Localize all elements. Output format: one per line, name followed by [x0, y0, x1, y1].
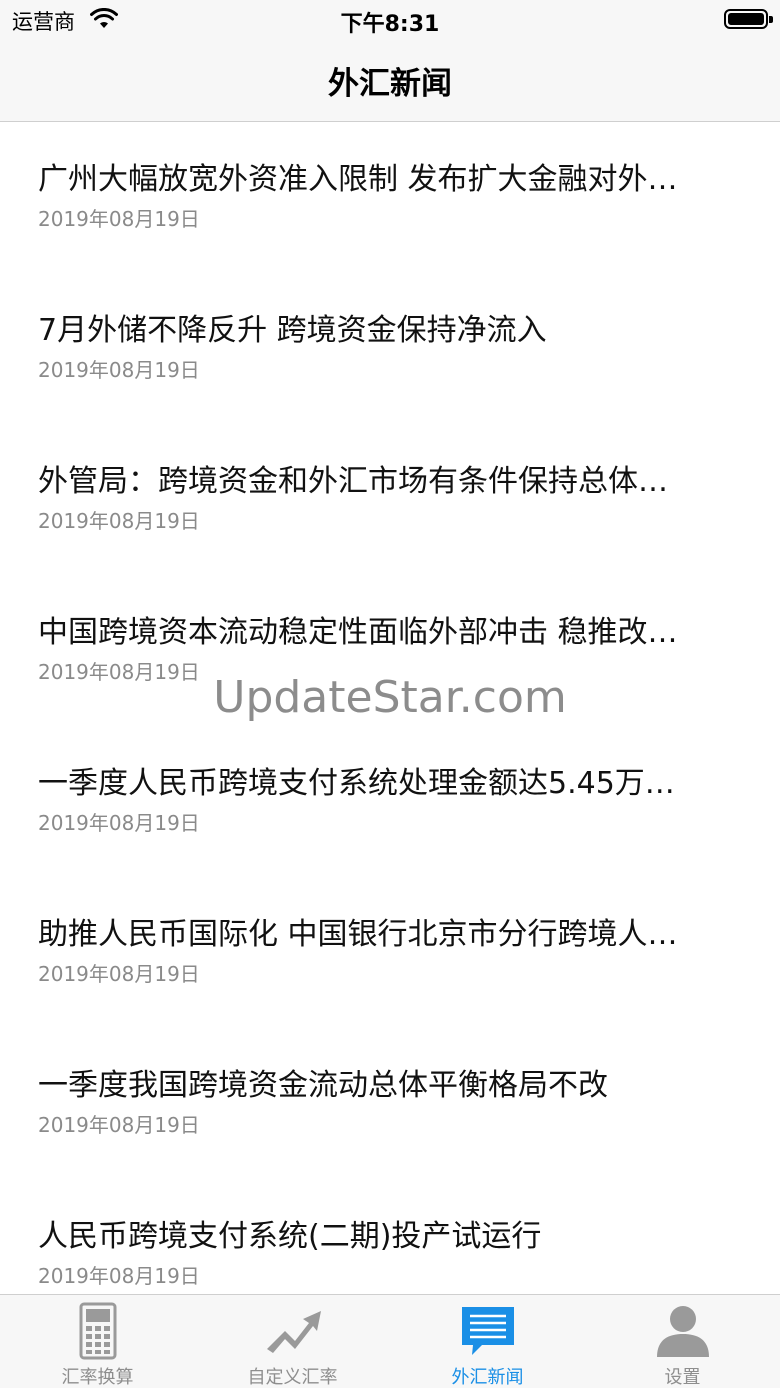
tab-label: 汇率换算 [61, 1367, 134, 1388]
news-item[interactable]: 助推人民币国际化 中国银行北京市分行跨境人… 2019年08月19日 [0, 877, 780, 1028]
status-time: 下午8:31 [340, 12, 440, 37]
calculator-icon [79, 1302, 116, 1360]
user-icon [656, 1306, 709, 1357]
news-title: 7月外储不降反升 跨境资金保持净流入 [38, 313, 547, 348]
news-date: 2019年08月19日 [38, 358, 200, 382]
tab-settings[interactable]: 设置 [585, 1295, 780, 1388]
tab-forex-news[interactable]: 外汇新闻 [390, 1295, 585, 1388]
tab-exchange-calculator[interactable]: 汇率换算 [0, 1295, 195, 1388]
tab-custom-rate[interactable]: 自定义汇率 [195, 1295, 390, 1388]
news-message-icon [461, 1307, 514, 1355]
navigation-bar: 外汇新闻 [0, 40, 780, 122]
news-title: 一季度我国跨境资金流动总体平衡格局不改 [38, 1068, 608, 1103]
status-bar: 运营商 下午8:31 [0, 0, 780, 40]
trend-arrow-icon [266, 1311, 321, 1353]
page-title: 外汇新闻 [328, 66, 452, 102]
news-item[interactable]: 一季度我国跨境资金流动总体平衡格局不改 2019年08月19日 [0, 1028, 780, 1179]
news-date: 2019年08月19日 [38, 1113, 200, 1137]
battery-icon [724, 9, 773, 29]
news-date: 2019年08月19日 [38, 509, 200, 533]
news-date: 2019年08月19日 [38, 811, 200, 835]
news-item[interactable]: 7月外储不降反升 跨境资金保持净流入 2019年08月19日 [0, 273, 780, 424]
news-title: 中国跨境资本流动稳定性面临外部冲击 稳推改… [38, 615, 678, 650]
tab-bar: 汇率换算 自定义汇率 外汇新闻 设置 [0, 1294, 780, 1388]
news-list: 广州大幅放宽外资准入限制 发布扩大金融对外… 2019年08月19日 7月外储不… [0, 122, 780, 1294]
news-title: 助推人民币国际化 中国银行北京市分行跨境人… [38, 917, 678, 952]
news-item[interactable]: 中国跨境资本流动稳定性面临外部冲击 稳推改… 2019年08月19日 [0, 575, 780, 726]
news-item[interactable]: 外管局：跨境资金和外汇市场有条件保持总体… 2019年08月19日 [0, 424, 780, 575]
news-date: 2019年08月19日 [38, 207, 200, 231]
tab-label: 设置 [664, 1367, 701, 1388]
news-item[interactable]: 人民币跨境支付系统(二期)投产试运行 2019年08月19日 [0, 1179, 780, 1294]
news-date: 2019年08月19日 [38, 962, 200, 986]
news-title: 人民币跨境支付系统(二期)投产试运行 [38, 1219, 542, 1254]
news-date: 2019年08月19日 [38, 660, 200, 684]
tab-label: 外汇新闻 [451, 1367, 524, 1388]
news-title: 广州大幅放宽外资准入限制 发布扩大金融对外… [38, 162, 678, 197]
news-item[interactable]: 广州大幅放宽外资准入限制 发布扩大金融对外… 2019年08月19日 [0, 122, 780, 273]
news-title: 外管局：跨境资金和外汇市场有条件保持总体… [38, 464, 668, 499]
tab-label: 自定义汇率 [247, 1367, 338, 1388]
news-item[interactable]: 一季度人民币跨境支付系统处理金额达5.45万… 2019年08月19日 [0, 726, 780, 877]
news-date: 2019年08月19日 [38, 1264, 200, 1288]
news-title: 一季度人民币跨境支付系统处理金额达5.45万… [38, 766, 675, 801]
